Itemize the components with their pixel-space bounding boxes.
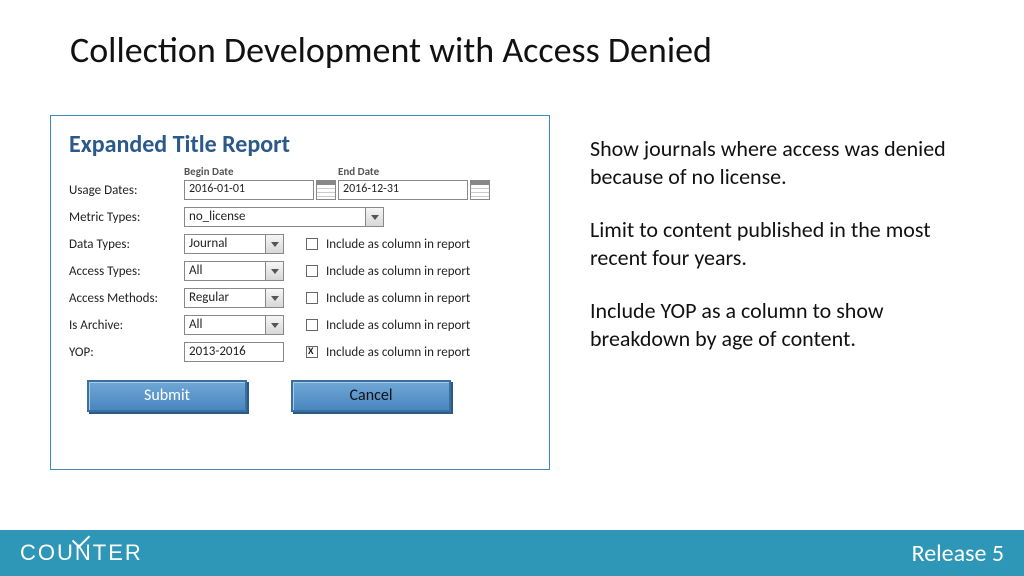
include-column-label: Include as column in report	[326, 264, 470, 279]
button-row: Submit Cancel	[69, 380, 531, 412]
data-types-row: Data Types: Journal Include as column in…	[69, 234, 531, 254]
side-notes: Show journals where access was denied be…	[590, 135, 970, 378]
report-form-panel: Expanded Title Report Begin Date End Dat…	[50, 115, 550, 470]
metric-types-label: Metric Types:	[69, 210, 184, 225]
yop-label: YOP:	[69, 345, 184, 360]
slide-title: Collection Development with Access Denie…	[70, 28, 712, 72]
cancel-button[interactable]: Cancel	[291, 380, 451, 412]
include-column-label: Include as column in report	[326, 318, 470, 333]
footer-bar: COUNTER Release 5	[0, 530, 1024, 576]
include-column-checkbox[interactable]	[306, 238, 318, 250]
access-methods-row: Access Methods: Regular Include as colum…	[69, 288, 531, 308]
begin-date-input[interactable]: 2016-01-01	[184, 180, 314, 200]
release-label: Release 5	[912, 539, 1004, 568]
is-archive-label: Is Archive:	[69, 318, 184, 333]
chevron-down-icon[interactable]	[265, 262, 283, 280]
access-types-select[interactable]: All	[184, 261, 284, 281]
calendar-icon[interactable]	[316, 180, 336, 200]
chevron-down-icon[interactable]	[365, 208, 383, 226]
side-paragraph: Show journals where access was denied be…	[590, 135, 970, 190]
access-types-value: All	[189, 263, 203, 278]
chevron-down-icon[interactable]	[265, 316, 283, 334]
metric-types-select[interactable]: no_license	[184, 207, 384, 227]
end-date-input[interactable]: 2016-12-31	[338, 180, 468, 200]
date-headers: Begin Date End Date	[184, 165, 531, 178]
submit-button[interactable]: Submit	[87, 380, 247, 412]
data-types-select[interactable]: Journal	[184, 234, 284, 254]
side-paragraph: Include YOP as a column to show breakdow…	[590, 297, 970, 352]
logo-text-left: COU	[20, 540, 75, 565]
include-column-checkbox[interactable]	[306, 319, 318, 331]
is-archive-select[interactable]: All	[184, 315, 284, 335]
access-methods-select[interactable]: Regular	[184, 288, 284, 308]
side-paragraph: Limit to content published in the most r…	[590, 216, 970, 271]
metric-types-row: Metric Types: no_license	[69, 207, 531, 227]
access-methods-value: Regular	[189, 290, 229, 305]
include-column-checkbox[interactable]	[306, 346, 318, 358]
usage-dates-row: Usage Dates: 2016-01-01 2016-12-31	[69, 180, 531, 200]
include-column-label: Include as column in report	[326, 345, 470, 360]
checkmark-icon: N	[75, 540, 93, 566]
access-types-label: Access Types:	[69, 264, 184, 279]
chevron-down-icon[interactable]	[265, 289, 283, 307]
calendar-icon[interactable]	[470, 180, 490, 200]
data-types-label: Data Types:	[69, 237, 184, 252]
yop-input[interactable]: 2013-2016	[184, 342, 284, 362]
is-archive-row: Is Archive: All Include as column in rep…	[69, 315, 531, 335]
is-archive-value: All	[189, 317, 203, 332]
include-column-label: Include as column in report	[326, 237, 470, 252]
chevron-down-icon[interactable]	[265, 235, 283, 253]
access-types-row: Access Types: All Include as column in r…	[69, 261, 531, 281]
metric-types-value: no_license	[189, 209, 245, 224]
include-column-checkbox[interactable]	[306, 292, 318, 304]
form-heading: Expanded Title Report	[69, 130, 531, 159]
data-types-value: Journal	[189, 236, 227, 251]
yop-row: YOP: 2013-2016 Include as column in repo…	[69, 342, 531, 362]
logo-text-right: TER	[93, 540, 143, 565]
include-column-label: Include as column in report	[326, 291, 470, 306]
counter-logo: COUNTER	[20, 540, 143, 566]
include-column-checkbox[interactable]	[306, 265, 318, 277]
begin-date-header: Begin Date	[184, 165, 334, 178]
end-date-header: End Date	[338, 165, 379, 178]
access-methods-label: Access Methods:	[69, 291, 184, 306]
usage-dates-label: Usage Dates:	[69, 183, 184, 198]
